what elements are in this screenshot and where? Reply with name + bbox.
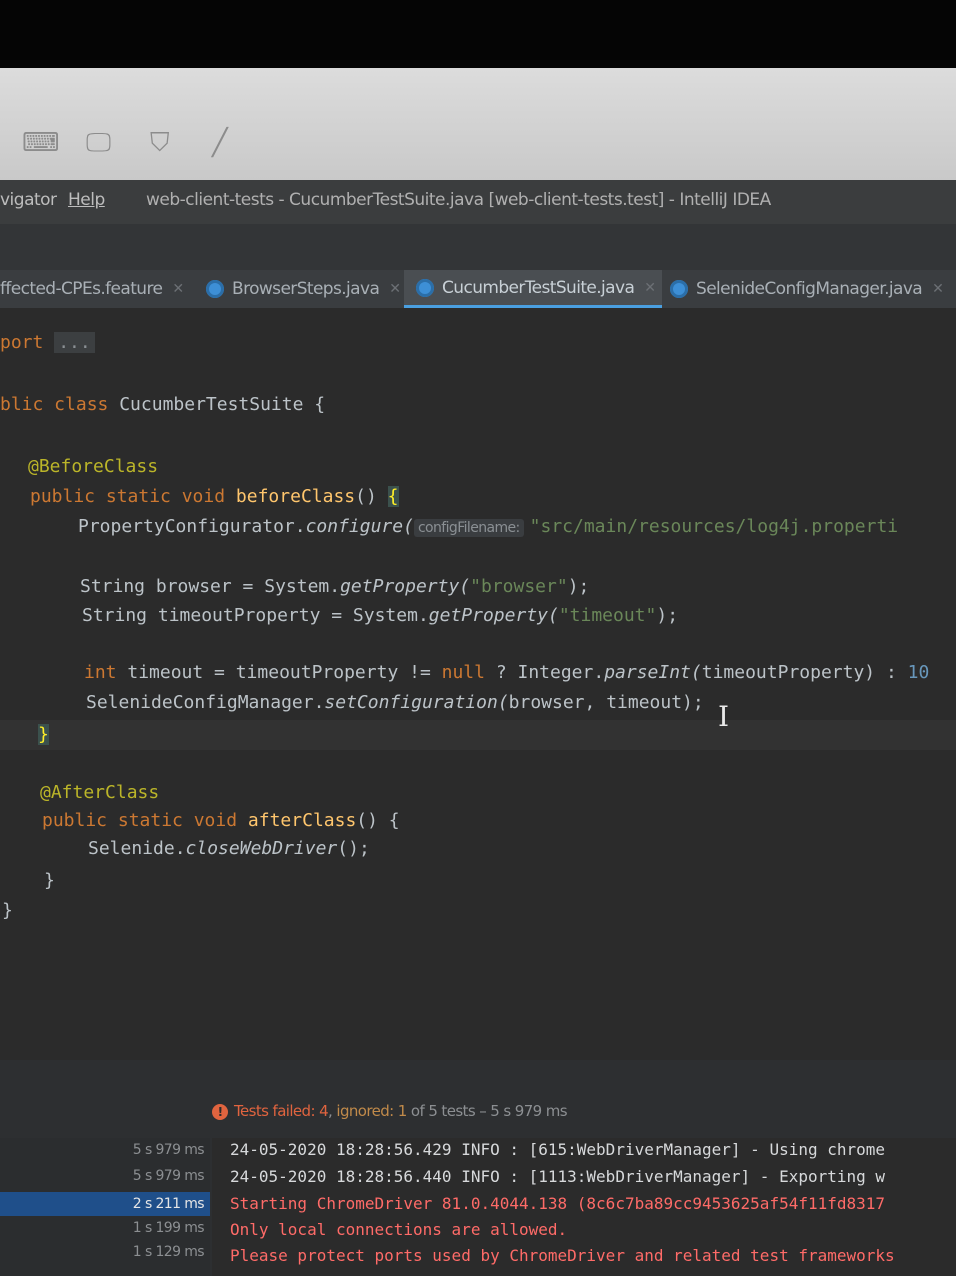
tab-label: ffected-CPEs.feature (0, 279, 163, 299)
code-line-class: blic class CucumberTestSuite { (0, 394, 326, 415)
monitor-bezel (0, 0, 956, 68)
console-line: 24-05-2020 18:28:56.429 INFO : [615:WebD… (230, 1140, 886, 1159)
test-duration[interactable]: 5 s 979 ms (133, 1168, 205, 1184)
keyboard-icon[interactable]: ⌨ (22, 128, 60, 158)
run-panel: ! Tests failed: 4, ignored: 1 of 5 tests … (0, 1060, 956, 1276)
test-duration[interactable]: 1 s 199 ms (133, 1220, 205, 1236)
close-icon[interactable]: ✕ (932, 281, 944, 297)
code-line-before-annotation: @BeforeClass (28, 456, 159, 477)
tab-selenide-config-manager[interactable]: SelenideConfigManager.java ✕ (670, 270, 956, 308)
code-line-class-close: } (2, 900, 13, 921)
pen-icon[interactable]: ╱ (212, 128, 228, 158)
parameter-hint: configFilename: (413, 519, 524, 537)
test-tree: 5 s 979 ms 5 s 979 ms 2 s 211 ms 1 s 199… (0, 1138, 210, 1276)
test-duration[interactable]: 1 s 129 ms (133, 1244, 205, 1260)
tab-label: BrowserSteps.java (232, 279, 380, 299)
console-line: Starting ChromeDriver 81.0.4044.138 (8c6… (230, 1194, 886, 1213)
current-line-highlight (0, 720, 956, 750)
test-status: ! Tests failed: 4, ignored: 1 of 5 tests … (212, 1102, 568, 1120)
menu-navigate[interactable]: vigator (0, 190, 57, 210)
code-line-after-close: } (44, 870, 55, 891)
java-class-icon (670, 280, 688, 298)
title-bar: vigator Help web-client-tests - Cucumber… (0, 180, 956, 224)
code-line-before-close: } (38, 724, 49, 745)
code-line-timeout-property: String timeoutProperty = System.getPrope… (82, 605, 679, 626)
tab-label: CucumberTestSuite.java (442, 277, 635, 298)
code-line-import: port ... (0, 332, 95, 353)
code-line-close-webdriver: Selenide.closeWebDriver(); (88, 838, 370, 859)
os-toolbar (0, 68, 956, 180)
test-duration-selected[interactable]: 2 s 211 ms (0, 1192, 210, 1216)
code-line-int-timeout: int timeout = timeoutProperty != null ? … (84, 662, 930, 683)
java-class-icon (416, 278, 434, 297)
navigation-bar (0, 224, 956, 270)
close-icon[interactable]: ✕ (389, 281, 401, 297)
menu-help[interactable]: Help (68, 190, 105, 210)
code-editor[interactable]: port ... blic class CucumberTestSuite { … (0, 308, 956, 1060)
close-icon[interactable]: ✕ (172, 281, 184, 297)
code-line-before-method: public static void beforeClass() { (30, 486, 399, 507)
code-line-browser: String browser = System.getProperty("bro… (80, 576, 590, 597)
java-class-icon (206, 280, 224, 298)
text-cursor-icon: I (718, 700, 730, 733)
console-output[interactable]: 24-05-2020 18:28:56.429 INFO : [615:WebD… (212, 1138, 956, 1276)
console-line: 24-05-2020 18:28:56.440 INFO : [1113:Web… (230, 1167, 886, 1186)
shield-icon[interactable]: ⛉ (150, 128, 170, 159)
folded-imports[interactable]: ... (54, 332, 95, 353)
console-line: Only local connections are allowed. (230, 1220, 568, 1239)
tab-affected-cpes-feature[interactable]: ffected-CPEs.feature ✕ (0, 270, 196, 308)
console-line: Please protect ports used by ChromeDrive… (230, 1246, 895, 1265)
code-line-after-annotation: @AfterClass (40, 782, 160, 803)
close-icon[interactable]: ✕ (644, 280, 656, 296)
window-title: web-client-tests - CucumberTestSuite.jav… (146, 190, 771, 210)
monitor-icon[interactable]: 🖵 (86, 128, 111, 159)
tab-cucumber-test-suite[interactable]: CucumberTestSuite.java ✕ (404, 270, 662, 308)
code-line-after-method: public static void afterClass() { (42, 810, 400, 831)
tab-label: SelenideConfigManager.java (696, 279, 923, 299)
test-failed-icon: ! (212, 1104, 228, 1120)
code-line-configure: PropertyConfigurator.configure(configFil… (78, 516, 899, 537)
tab-browser-steps[interactable]: BrowserSteps.java ✕ (206, 270, 402, 308)
code-line-set-configuration: SelenideConfigManager.setConfiguration(b… (86, 692, 704, 713)
test-duration[interactable]: 5 s 979 ms (133, 1142, 205, 1158)
editor-tabs: ffected-CPEs.feature ✕ BrowserSteps.java ✕… (0, 270, 956, 308)
